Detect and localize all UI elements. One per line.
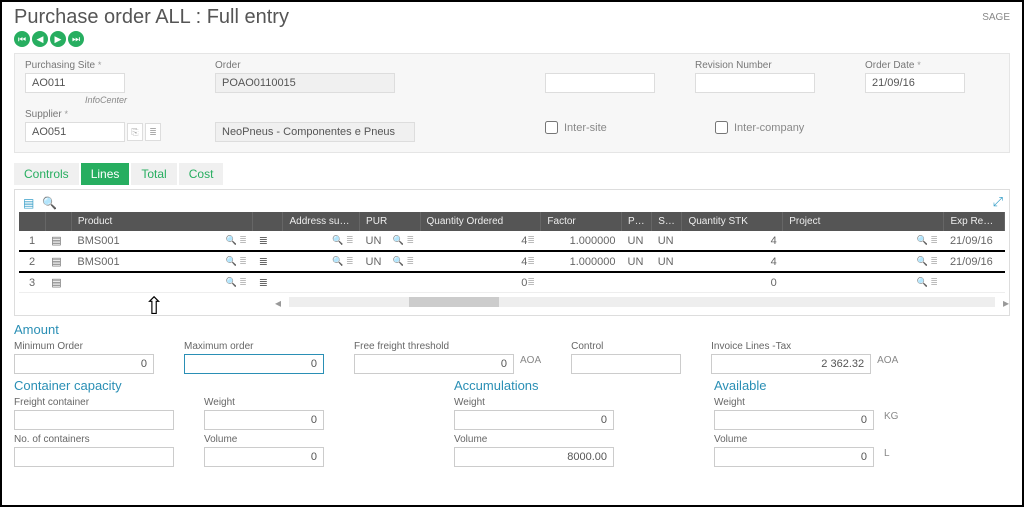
row-menu-icon[interactable]: ▤ [45,272,71,293]
col-exp[interactable]: Exp Rec Date [944,212,1005,231]
table-row[interactable]: 2 ▤ BMS001🔍 ≣ ≣ 🔍 ≣ UN🔍 ≣ 4 ≣ 1.000000 U… [19,251,1005,272]
free-freight-input[interactable] [354,354,514,374]
tab-cost[interactable]: Cost [179,163,224,185]
row-extra-icon[interactable]: ≣ [253,231,283,251]
page-title: Purchase order ALL : Full entry [14,6,289,29]
nav-prev-icon[interactable]: ◀ [32,31,48,47]
container-weight-input[interactable] [204,410,324,430]
intersite-checkbox[interactable]: Inter-site [545,121,607,134]
tab-controls[interactable]: Controls [14,163,79,185]
lines-panel: ⤢ ▤ 🔍 Product Address sub-c… PUR Quantit… [14,189,1010,316]
revision-input[interactable] [695,73,815,93]
row-extra-icon[interactable]: ≣ [253,272,283,293]
table-row[interactable]: 3 ▤ 🔍 ≣ ≣ 0 ≣ 0 🔍 ≣ [19,272,1005,293]
lookup-icon[interactable]: 🔍 ≣ [393,256,414,267]
invoice-unit: AOA [877,341,898,374]
order-label: Order [215,60,515,71]
avail-weight-unit: KG [884,397,898,430]
table-row[interactable]: 1 ▤ BMS001🔍 ≣ ≣ 🔍 ≣ UN🔍 ≣ 4 ≣ 1.000000 U… [19,231,1005,251]
expand-icon[interactable]: ⤢ [993,194,1003,210]
freight-container-input[interactable] [14,410,174,430]
blank-input[interactable] [545,73,655,93]
header-panel: Purchasing Site * InfoCenter Order Revis… [14,53,1010,153]
max-order-input[interactable] [184,354,324,374]
tab-lines[interactable]: Lines [81,163,130,185]
nav-next-icon[interactable]: ▶ [50,31,66,47]
lookup-icon[interactable]: 🔍 ≣ [226,256,247,267]
order-date-input[interactable] [865,73,965,93]
grid-card-icon[interactable]: ▤ [23,196,34,210]
avail-volume-input[interactable] [714,447,874,467]
col-addr[interactable]: Address sub-c… [283,212,360,231]
col-s[interactable]: S… [652,212,682,231]
lookup-icon[interactable]: 🔍 ≣ [332,256,353,267]
scroll-thumb[interactable] [409,297,499,307]
col-qtyo[interactable]: Quantity Ordered [420,212,541,231]
grid-hscroll[interactable]: ◂ ▸ [289,297,995,307]
accum-weight-input[interactable] [454,410,614,430]
row-menu-icon[interactable]: ▤ [45,251,71,272]
purchasing-site-input[interactable] [25,73,125,93]
grid-search-icon[interactable]: 🔍 [42,196,57,210]
row-extra-icon[interactable]: ≣ [253,251,283,272]
col-project[interactable]: Project [783,212,944,231]
scroll-right-icon[interactable]: ▸ [1003,296,1009,310]
supplier-list-icon[interactable]: ≣ [145,123,161,141]
no-containers-input[interactable] [14,447,174,467]
accum-volume-input[interactable] [454,447,614,467]
lookup-icon[interactable]: 🔍 ≣ [393,235,414,246]
purchasing-site-label: Purchasing Site [25,60,95,71]
container-section-title: Container capacity [14,378,374,393]
lookup-icon[interactable]: 🔍 ≣ [917,256,938,267]
lookup-icon[interactable]: 🔍 ≣ [226,277,247,288]
col-factor[interactable]: Factor [541,212,622,231]
lookup-icon[interactable]: 🔍 ≣ [917,235,938,246]
lookup-icon[interactable]: 🔍 ≣ [917,277,938,288]
lookup-icon[interactable]: 🔍 ≣ [332,235,353,246]
free-freight-unit: AOA [520,341,541,374]
control-input[interactable] [571,354,681,374]
supplier-name-input [215,122,415,142]
order-input[interactable] [215,73,395,93]
col-pur[interactable]: PUR [360,212,420,231]
supplier-label: Supplier [25,109,62,120]
col-p[interactable]: P… [622,212,652,231]
col-qtystk[interactable]: Quantity STK [682,212,783,231]
container-volume-input[interactable] [204,447,324,467]
avail-weight-input[interactable] [714,410,874,430]
accum-section-title: Accumulations [454,378,634,393]
supplier-input[interactable] [25,122,125,142]
nav-first-icon[interactable]: ⏮ [14,31,30,47]
avail-section-title: Available [714,378,934,393]
row-menu-icon[interactable]: ▤ [45,231,71,251]
revision-label: Revision Number [695,60,835,71]
infocenter-link[interactable]: InfoCenter [85,95,185,105]
min-order-input[interactable] [14,354,154,374]
intercompany-checkbox[interactable]: Inter-company [715,121,804,134]
brand-label: SAGE [982,12,1010,23]
lookup-icon[interactable]: 🔍 ≣ [226,235,247,246]
nav-last-icon[interactable]: ⏭ [68,31,84,47]
amount-section-title: Amount [14,322,1010,337]
invoice-lines-input[interactable] [711,354,871,374]
tab-total[interactable]: Total [131,163,176,185]
col-product[interactable]: Product [71,212,252,231]
avail-volume-unit: L [884,434,890,467]
scroll-left-icon[interactable]: ◂ [275,296,281,310]
lines-grid: Product Address sub-c… PUR Quantity Orde… [19,212,1005,293]
order-date-label: Order Date [865,60,914,71]
supplier-lookup-icon[interactable]: ⎘ [127,123,143,141]
